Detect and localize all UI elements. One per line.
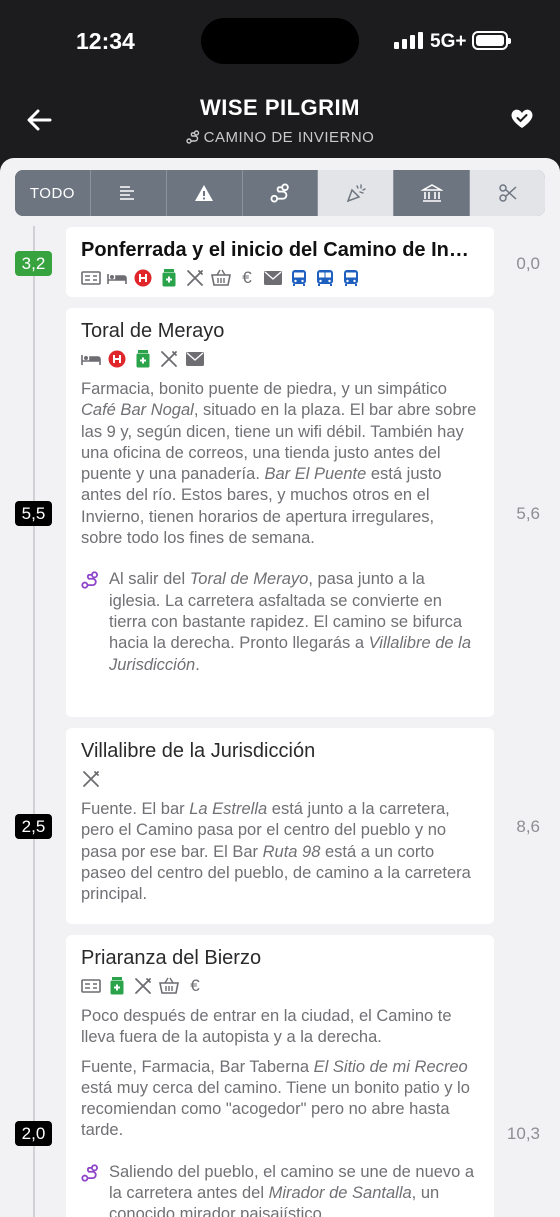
network-label: 5G+: [430, 31, 467, 52]
services-icons: [81, 769, 479, 789]
stage-description: Fuente. El bar La Estrella está junto a …: [81, 800, 471, 904]
stage-name: Ponferrada y el inicio del Camino de Inv…: [81, 239, 479, 261]
route-icon: [270, 183, 289, 203]
page-title: WISE PILGRIM: [200, 95, 360, 120]
filter-warnings-button[interactable]: [166, 170, 243, 216]
pharmacy-icon: [107, 976, 127, 996]
segment-distance-badge: 3,2: [15, 251, 52, 276]
services-icons: [81, 349, 479, 369]
cumulative-km: 8,6: [516, 817, 540, 836]
restaurant-icon: [133, 976, 153, 996]
hostel-icon: [81, 268, 101, 288]
stage-card[interactable]: Toral de Merayo Farmacia, bonito puente …: [66, 308, 494, 717]
filter-all-button[interactable]: TODO: [15, 170, 91, 216]
filter-monuments-button[interactable]: [394, 170, 471, 216]
stage-card[interactable]: Priaranza del Bierzo € Poco después de e…: [66, 935, 494, 1217]
bus-icon: [315, 268, 335, 288]
battery-icon: [472, 31, 511, 50]
timeline-rail: [33, 226, 35, 1217]
atm-icon: €: [190, 976, 200, 995]
stage-directions: Al salir del Toral de Merayo, pasa junto…: [81, 569, 479, 675]
shop-icon: [211, 268, 231, 288]
hospital-icon: [107, 349, 127, 369]
route-icon: [81, 1162, 101, 1217]
museum-icon: [420, 184, 443, 202]
filter-all-label: TODO: [29, 184, 75, 202]
filter-directions-button[interactable]: [242, 170, 319, 216]
stage-card[interactable]: Villalibre de la Jurisdicción Fuente. El…: [66, 728, 494, 924]
filter-bar: TODO: [15, 170, 545, 216]
atm-icon: €: [242, 268, 252, 287]
favorites-heart-icon[interactable]: [508, 104, 536, 132]
cumulative-km: 0,0: [516, 254, 540, 273]
hospital-icon: [133, 268, 153, 288]
hostel-icon: [81, 976, 101, 996]
signal-icon: [394, 32, 423, 49]
stage-description-intro: Poco después de entrar en la ciudad, el …: [81, 1007, 452, 1047]
stage-card[interactable]: Ponferrada y el inicio del Camino de Inv…: [66, 227, 494, 297]
page-subtitle: CAMINO DE INVIERNO: [0, 129, 560, 146]
cumulative-km: 5,6: [516, 504, 540, 523]
filter-shortcuts-button[interactable]: [470, 170, 545, 216]
status-time: 12:34: [76, 28, 135, 54]
text-lines-icon: [120, 186, 135, 200]
party-popper-icon: [346, 184, 366, 203]
stage-name: Villalibre de la Jurisdicción: [81, 740, 316, 762]
shop-icon: [159, 976, 179, 996]
cumulative-km: 10,3: [506, 1124, 540, 1143]
subtitle-text: CAMINO DE INVIERNO: [203, 129, 375, 146]
dynamic-island: [201, 18, 359, 64]
restaurant-icon: [185, 268, 205, 288]
services-icons: €: [81, 268, 479, 288]
route-icon: [185, 130, 199, 144]
segment-distance-badge: 2,5: [15, 814, 52, 839]
bed-icon: [107, 268, 127, 288]
restaurant-icon: [159, 349, 179, 369]
segment-distance-badge: 5,5: [15, 501, 52, 526]
stages-sheet: TODO 3,2 0,0 Ponferrada y el inicio del …: [0, 158, 560, 1217]
bus-icon: [341, 268, 361, 288]
filter-fiestas-button[interactable]: [318, 170, 395, 216]
scissors-icon: [498, 184, 517, 202]
route-icon: [81, 569, 101, 675]
bus-icon: [289, 268, 309, 288]
stage-name: Toral de Merayo: [81, 320, 225, 342]
services-icons: €: [81, 976, 479, 996]
pharmacy-icon: [159, 268, 179, 288]
filter-description-button[interactable]: [90, 170, 167, 216]
stage-name: Priaranza del Bierzo: [81, 947, 262, 969]
restaurant-icon: [81, 769, 101, 789]
warning-icon: [195, 185, 214, 201]
stage-description: Fuente, Farmacia, Bar Taberna El Sitio d…: [81, 1057, 470, 1140]
post-icon: [185, 349, 205, 369]
stage-directions: Saliendo del pueblo, el camino se une de…: [81, 1162, 479, 1217]
stage-description: Farmacia, bonito puente de piedra, y un …: [81, 380, 477, 548]
status-bar: 12:34 5G+: [0, 0, 560, 82]
app-header: WISE PILGRIM CAMINO DE INVIERNO: [0, 82, 560, 160]
bed-icon: [81, 349, 101, 369]
post-icon: [263, 268, 283, 288]
segment-distance-badge: 2,0: [15, 1121, 52, 1146]
pharmacy-icon: [133, 349, 153, 369]
